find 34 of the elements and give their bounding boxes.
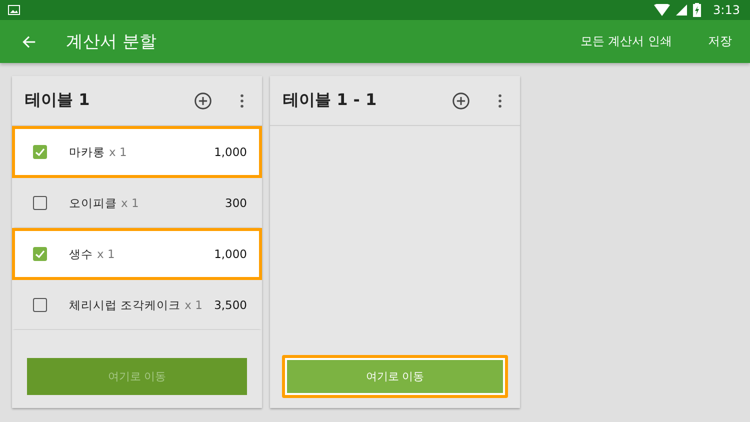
item-name: 체리시럽 조각케이크 <box>69 298 181 312</box>
screen-title: 계산서 분할 <box>66 31 156 53</box>
clock-time: 3:13 <box>713 3 740 17</box>
add-circle-icon[interactable] <box>194 92 212 110</box>
item-name: 마카롱 <box>69 144 105 160</box>
panel-title: 테이블 1 - 1 <box>283 90 377 111</box>
order-item-row[interactable]: 생수 x 1 1,000 <box>12 228 262 280</box>
item-quantity: x 1 <box>121 196 139 210</box>
item-quantity: x 1 <box>109 145 127 159</box>
signal-icon <box>676 4 688 16</box>
item-price: 1,000 <box>214 247 247 261</box>
image-icon <box>8 5 20 15</box>
checkbox[interactable] <box>33 247 47 261</box>
more-options-icon[interactable] <box>498 94 502 108</box>
order-item-row[interactable]: 체리시럽 조각케이크 x 1 3,500 <box>12 280 262 330</box>
item-price: 300 <box>225 196 247 210</box>
wifi-icon <box>654 4 670 16</box>
toolbar-action[interactable]: 모든 계산서 인쇄 <box>580 33 672 50</box>
item-name: 생수 <box>69 246 93 262</box>
order-item-row[interactable]: 마카롱 x 1 1,000 <box>12 126 262 178</box>
checkbox[interactable] <box>33 298 47 312</box>
item-quantity: x 1 <box>184 298 202 312</box>
checkbox[interactable] <box>33 145 47 159</box>
item-name: 오이피클 <box>69 196 117 210</box>
panel-title: 테이블 1 <box>25 90 90 111</box>
battery-icon <box>693 3 702 17</box>
item-quantity: x 1 <box>97 247 115 261</box>
back-arrow-icon[interactable] <box>22 34 36 48</box>
add-circle-icon[interactable] <box>452 92 470 110</box>
item-price: 1,000 <box>214 145 247 159</box>
item-price: 3,500 <box>214 298 247 312</box>
toolbar-action[interactable]: 저장 <box>708 33 732 50</box>
more-options-icon[interactable] <box>240 94 244 108</box>
checkbox[interactable] <box>33 196 47 210</box>
